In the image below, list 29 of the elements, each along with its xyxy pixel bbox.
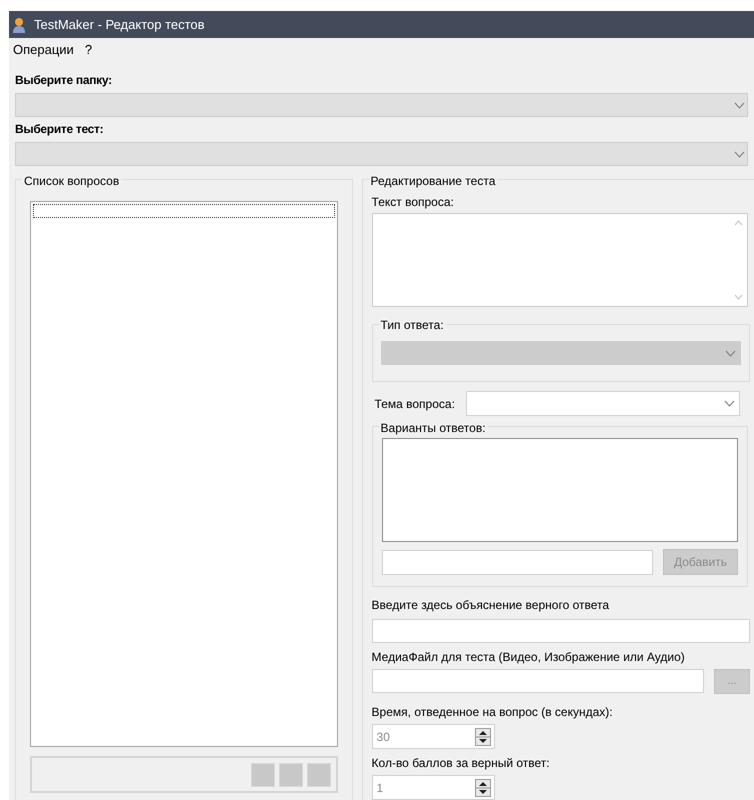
scroll-down-icon[interactable]: [734, 294, 742, 300]
chevron-down-icon: [734, 102, 745, 108]
field-label: Выберите тест:: [15, 121, 104, 138]
spin-arrows-icon[interactable]: [474, 778, 491, 796]
chevron-down-icon: [725, 350, 736, 356]
scroll-up-icon[interactable]: [734, 220, 742, 226]
explanation-input[interactable]: [372, 619, 750, 643]
question-text-area[interactable]: [372, 213, 748, 307]
spin-arrows-icon[interactable]: [474, 728, 491, 746]
chevron-down-icon: [734, 150, 745, 158]
menu-item[interactable]: ?: [84, 40, 92, 60]
question-list[interactable]: [30, 201, 338, 747]
field-label: Тема вопроса:: [374, 396, 456, 412]
field-label: Введите здесь объяснение верного ответа: [372, 597, 610, 614]
answer-variants-list[interactable]: [382, 438, 738, 542]
media-file-input[interactable]: [372, 669, 704, 693]
answer-input[interactable]: [382, 550, 653, 574]
window-title: TestMaker - Редактор тестов: [34, 16, 205, 34]
spinner-value: 1: [376, 780, 384, 796]
field-label: МедиаФайл для теста (Видео, Изображение или Аудио): [372, 649, 686, 666]
field-label: Текст вопроса:: [372, 194, 455, 211]
menu-item[interactable]: Операции: [13, 40, 74, 60]
person-icon: [12, 16, 26, 32]
field-label: Время, отведенное на вопрос (в секундах):: [372, 704, 614, 721]
chevron-down-icon: [724, 400, 735, 407]
spinner-value: 30: [376, 728, 390, 746]
field-label: Выберите папку:: [15, 72, 113, 89]
field-label: Кол-во баллов за верный ответ:: [372, 755, 551, 772]
topic-dropdown[interactable]: [466, 391, 740, 416]
